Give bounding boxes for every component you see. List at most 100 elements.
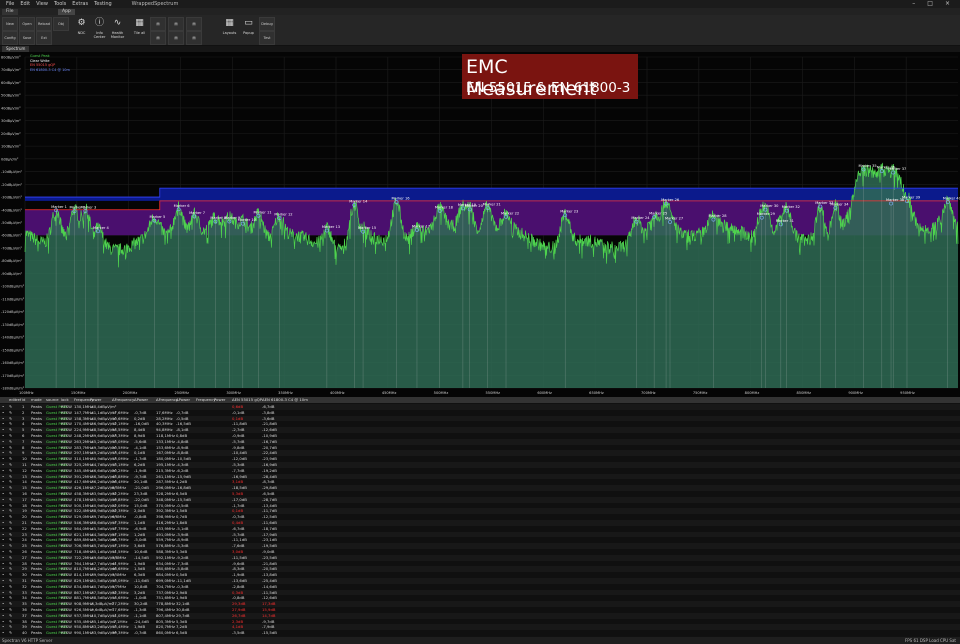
ribbon-button-save[interactable]: Save <box>19 31 35 45</box>
minimize-icon[interactable]: – <box>912 0 921 7</box>
x-tick-label: 950MHz <box>900 391 915 395</box>
marker-label: Marker 1 <box>51 205 67 209</box>
x-tick-label: 250MHz <box>175 391 190 395</box>
column-header[interactable]: lock <box>61 397 69 403</box>
status-right: FPS 61 DSP Load CPU Sat <box>904 638 956 643</box>
y-tick-label: -10dBµV/m² <box>1 170 23 174</box>
ribbon-health-monitor-button[interactable]: ∿ Health Monitor <box>110 16 125 41</box>
table-row[interactable]: • ✎ 40 Peaks Guest Peak RTSW 990,1MHz -33,9dBµV… <box>0 630 960 637</box>
ribbon-button-debug[interactable]: Debug <box>259 17 275 31</box>
marker-label: Marker 15 <box>358 226 376 230</box>
layout-tile-icon[interactable]: ▤ <box>150 31 166 45</box>
column-header[interactable]: ΔFrequency <box>156 397 178 403</box>
y-tick-label: -160dBµV/m² <box>1 361 25 365</box>
x-tick-label: 900MHz <box>848 391 863 395</box>
marker-label: Marker 31 <box>776 219 794 223</box>
edit-icon[interactable]: ✎ <box>9 630 12 636</box>
close-icon[interactable]: × <box>945 0 956 7</box>
table-cell: 860,0MHz <box>156 630 175 636</box>
layout-tile-icon[interactable]: ▤ <box>168 17 184 31</box>
menu-testing[interactable]: Testing <box>94 1 112 7</box>
ribbon-layouts-button[interactable]: ▦ Layouts <box>222 16 237 41</box>
y-tick-label: 30dBµV/m² <box>1 119 21 123</box>
marker-label: Marker 32 <box>782 205 800 209</box>
ribbon-button-ext-monitor[interactable]: Ext Monitor <box>36 31 52 45</box>
marker-label: Marker 35 <box>859 164 877 168</box>
x-tick-label: 450MHz <box>382 391 397 395</box>
marker-table: edit ref id mode source lock Frequency Power ΔFr… <box>0 397 960 637</box>
y-tick-label: -80dBµV/m² <box>1 259 23 263</box>
column-header[interactable]: source <box>46 397 59 403</box>
marker-label: Marker 25 <box>649 212 667 216</box>
menu-tools[interactable]: Tools <box>54 1 66 7</box>
ribbon-button-reload[interactable]: Reload <box>36 17 52 31</box>
menu-edit[interactable]: Edit <box>20 1 30 7</box>
menu-view[interactable]: View <box>36 1 48 7</box>
layout-tile-icon[interactable]: ▤ <box>168 31 184 45</box>
table-cell: RTSW <box>61 630 72 636</box>
window-controls: – □ × <box>906 0 956 7</box>
column-header[interactable]: ΔPower <box>134 397 148 403</box>
ribbon-info-center-button[interactable]: ⓘ Info Center <box>92 16 107 41</box>
column-header[interactable]: mode <box>31 397 42 403</box>
column-header[interactable]: id <box>22 397 25 403</box>
x-tick-label: 750MHz <box>693 391 708 395</box>
info-icon: ⓘ <box>94 18 104 28</box>
layout-tile-icon[interactable]: ▤ <box>186 31 202 45</box>
marker-label: Marker 39 <box>902 196 921 200</box>
column-header[interactable]: ΔEN 61800-3 C4 @ 10m <box>262 397 308 403</box>
row-toggle-icon[interactable]: • <box>2 630 4 636</box>
x-tick-label: 850MHz <box>797 391 812 395</box>
menu-file[interactable]: File <box>6 1 14 7</box>
marker-label: Marker 28 <box>708 214 727 218</box>
ribbon-label: Layouts <box>222 31 237 35</box>
spectrum-plot[interactable]: 80dBµV/m² 70dBµV/m² 60dBµV/m² 50dBµV/m² 40dB… <box>0 52 960 397</box>
ribbon-button-new[interactable]: New <box>2 17 18 31</box>
maximize-icon[interactable]: □ <box>927 0 939 7</box>
marker-label: Marker 11 <box>253 210 271 214</box>
marker-label: Marker 24 <box>631 216 650 220</box>
table-cell: -3,5dB <box>232 630 245 636</box>
ribbon-button-test[interactable]: Test <box>259 31 275 45</box>
marker-label: Marker 13 <box>322 225 340 229</box>
ribbon-button-open[interactable]: Open <box>19 17 35 31</box>
marker-label: Marker 27 <box>665 216 683 220</box>
y-tick-label: -30dBµV/m² <box>1 196 23 200</box>
x-tick-label: 100MHz <box>19 391 34 395</box>
ribbon-label: Info Center <box>93 31 106 39</box>
marker-label: Marker 10 <box>238 218 257 222</box>
ribbon-ndc-button[interactable]: ⚙ NDC <box>74 16 89 41</box>
y-tick-label: -40dBµV/m² <box>1 208 23 212</box>
column-header[interactable]: Power <box>90 397 101 403</box>
menu-extras[interactable]: Extras <box>72 1 88 7</box>
x-tick-label: 350MHz <box>278 391 293 395</box>
column-header[interactable]: ΔPower <box>176 397 190 403</box>
marker-label: Marker 20 <box>465 204 484 208</box>
chat-icon: ▭ <box>244 18 253 28</box>
chart-legend: Guest Peak Clear Write EN 55015 gQP EN 6180… <box>30 54 70 72</box>
column-header[interactable]: ΔFrequency <box>112 397 134 403</box>
table-cell: 39,3MHz <box>112 630 129 636</box>
legend-entry: EN 61800-3 C4 @ 10m <box>30 67 70 72</box>
ribbon-tile-all-button[interactable]: ▦ Tile all <box>132 16 147 41</box>
marker-label: Marker 21 <box>483 202 501 206</box>
y-tick-label: 10dBµV/m² <box>1 145 21 149</box>
layout-tile-icon[interactable]: ▤ <box>150 17 166 31</box>
row-id: 40 <box>22 630 27 636</box>
column-header[interactable]: Frequency <box>196 397 216 403</box>
ribbon-label: NDC <box>77 31 86 35</box>
column-header[interactable]: ΔEN 55015 gQP <box>232 397 262 403</box>
column-header[interactable]: Power <box>214 397 225 403</box>
marker-label: Marker 23 <box>560 210 578 214</box>
grid-icon: ▦ <box>225 18 234 28</box>
ribbon-popup-button[interactable]: ▭ Popup <box>241 16 256 41</box>
y-tick-label: 20dBµV/m² <box>1 132 21 136</box>
marker-label: Marker 37 <box>888 167 906 171</box>
y-tick-label: -100dBµV/m² <box>1 285 25 289</box>
ribbon-button-config[interactable]: Config <box>2 31 18 45</box>
layout-tile-icon[interactable]: ▤ <box>186 17 202 31</box>
y-tick-label: -60dBµV/m² <box>1 234 23 238</box>
y-tick-label: 40dBµV/m² <box>1 106 21 110</box>
ribbon-button-obj-monitor[interactable]: Obj Monitor <box>53 17 69 31</box>
column-header[interactable]: ref <box>16 397 21 403</box>
